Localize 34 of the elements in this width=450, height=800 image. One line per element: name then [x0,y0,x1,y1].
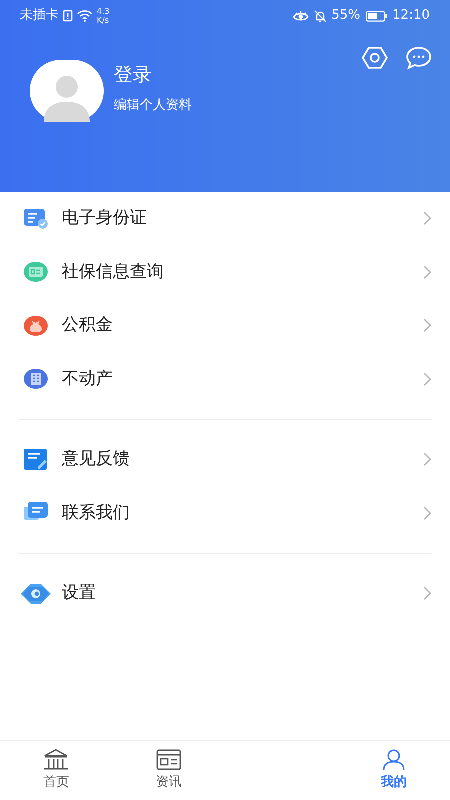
menu-item[interactable]: 设置 [0,567,450,620]
sim-icon [63,10,73,22]
battery-icon [366,10,388,22]
speed-value: 4.3 [97,7,110,16]
person-icon [380,748,407,771]
menu-item[interactable]: 社保信息查询 [0,246,450,299]
chevron-right-icon [423,372,432,387]
eye-icon [292,10,309,22]
menu-item[interactable]: 不动产 [0,352,450,406]
menu-item[interactable]: 电子身份证 [0,192,450,246]
menu-item[interactable]: 联系我们 [0,486,450,540]
newspaper-icon [156,748,182,771]
chevron-right-icon [423,264,432,280]
login-link[interactable]: 登录 [114,62,192,88]
menu-item[interactable]: 公积金 [0,299,450,352]
battery-percent: 55% [332,7,361,26]
wifi-icon [77,10,93,22]
speed-unit: K/s [97,16,110,25]
chevron-right-icon [423,586,432,602]
edit-profile-link[interactable]: 编辑个人资料 [114,96,192,116]
settings-icon[interactable] [362,46,388,70]
bank-icon [43,748,70,771]
mute-bell-icon [314,10,327,22]
clock-time: 12:10 [392,7,430,26]
carrier-text: 未插卡 [20,7,59,26]
tab-item[interactable]: 我的 [338,741,450,800]
chevron-right-icon [423,318,432,334]
chevron-right-icon [423,211,432,226]
chevron-right-icon [423,506,432,521]
tab-item[interactable]: 资讯 [112,741,225,800]
tab-item[interactable]: 首页 [0,741,112,800]
chevron-right-icon [423,452,432,468]
message-icon[interactable] [406,46,432,70]
menu-item[interactable]: 意见反馈 [0,433,450,486]
